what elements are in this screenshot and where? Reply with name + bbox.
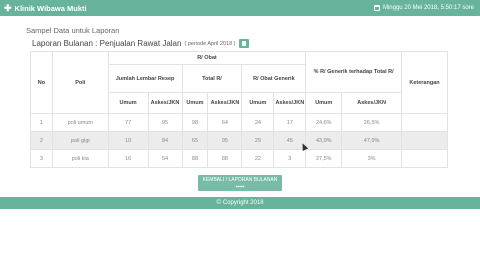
cell-no: 3	[30, 149, 53, 168]
table-row: 1 poli umum 77 95 98 64 24 17 24,6% 26,5…	[30, 113, 448, 132]
brand[interactable]: ✚ Klinik Wibawa Mukti	[4, 2, 87, 13]
cell-value: 77	[107, 113, 149, 132]
print-button[interactable]	[238, 39, 249, 48]
header-no: No	[30, 51, 53, 114]
header-umum: Umum	[107, 92, 149, 114]
table-row: 2 poli gigi 10 84 65 95 29 45 43,9% 47,9…	[30, 131, 448, 150]
back-button[interactable]: KEMBALI / LAPORAN BULANAN ▪▪▪▪▪	[198, 175, 282, 191]
cell-value: 95	[207, 131, 243, 150]
cell-value: 10	[107, 131, 149, 150]
cell-value: 98	[181, 113, 209, 132]
header-persen: % R/ Generik terhadap Total R/	[305, 51, 403, 93]
cell-value: 29	[241, 131, 275, 150]
cell-no: 2	[30, 131, 53, 150]
cell-keterangan	[401, 131, 448, 150]
cell-value: 95	[147, 113, 183, 132]
datetime: Minggu 20 Mei 2018, 5:50:17 sore	[373, 5, 474, 11]
footer-text: Copyright 2018	[222, 200, 264, 206]
cell-percent: 3%	[341, 149, 403, 168]
cell-poli: poli gigi	[51, 131, 109, 150]
cell-value: 88	[207, 149, 243, 168]
cell-percent: 24,6%	[305, 113, 343, 132]
plus-icon: ✚	[4, 2, 12, 13]
copyright-icon: ©	[216, 200, 221, 206]
cell-no: 1	[30, 113, 53, 132]
cell-value: 64	[207, 113, 243, 132]
cell-value: 88	[181, 149, 209, 168]
cell-value: 84	[147, 131, 183, 150]
header-lembar-resep: Jumlah Lembar Resep	[107, 64, 183, 93]
cell-keterangan	[401, 149, 448, 168]
back-button-label: KEMBALI / LAPORAN BULANAN	[202, 177, 278, 183]
brand-name: Klinik Wibawa Mukti	[14, 3, 87, 13]
cell-percent: 47,9%	[341, 131, 403, 150]
header-generik: R/ Obat Generik	[241, 64, 307, 93]
header-obat: R/ Obat	[107, 51, 307, 65]
footer: © Copyright 2018	[0, 197, 480, 209]
cell-percent: 26,5%	[341, 113, 403, 132]
header-poli: Poli	[51, 51, 109, 114]
report-title: Laporan Bulanan : Penjualan Rawat Jalan …	[32, 39, 249, 48]
calendar-icon	[373, 5, 380, 11]
page-title: Sampel Data untuk Laporan	[26, 26, 120, 35]
top-navbar: ✚ Klinik Wibawa Mukti Minggu 20 Mei 2018…	[0, 0, 480, 16]
header-askes: Askes/JKN	[273, 92, 307, 114]
cell-value: 16	[107, 149, 149, 168]
header-umum: Umum	[241, 92, 275, 114]
report-table: No Poli R/ Obat % R/ Generik terhadap To…	[30, 51, 448, 168]
cell-value: 24	[241, 113, 275, 132]
cell-value: 22	[241, 149, 275, 168]
header-total: Total R/	[181, 64, 243, 93]
cell-percent: 27,5%	[305, 149, 343, 168]
cell-value: 17	[273, 113, 307, 132]
cell-poli: poli kia	[51, 149, 109, 168]
header-askes: Askes/JKN	[207, 92, 243, 114]
header-keterangan: Keterangan	[401, 51, 448, 114]
header-umum: Umum	[305, 92, 343, 114]
back-button-sublabel: ▪▪▪▪▪	[235, 183, 245, 190]
table-row: 3 poli kia 16 54 88 88 22 3 27,5% 3%	[30, 149, 448, 168]
cell-value: 54	[147, 149, 183, 168]
header-askes: Askes/JKN	[341, 92, 403, 114]
cell-value: 65	[181, 131, 209, 150]
report-title-text: Laporan Bulanan : Penjualan Rawat Jalan	[32, 39, 182, 48]
header-askes: Askes/JKN	[147, 92, 183, 114]
report-period: ( periode April 2018 )	[184, 40, 236, 47]
cell-keterangan	[401, 113, 448, 132]
datetime-text: Minggu 20 Mei 2018, 5:50:17 sore	[382, 5, 474, 11]
cell-poli: poli umum	[51, 113, 109, 132]
header-umum: Umum	[181, 92, 209, 114]
cell-value: 3	[273, 149, 307, 168]
cell-percent: 43,9%	[305, 131, 343, 150]
